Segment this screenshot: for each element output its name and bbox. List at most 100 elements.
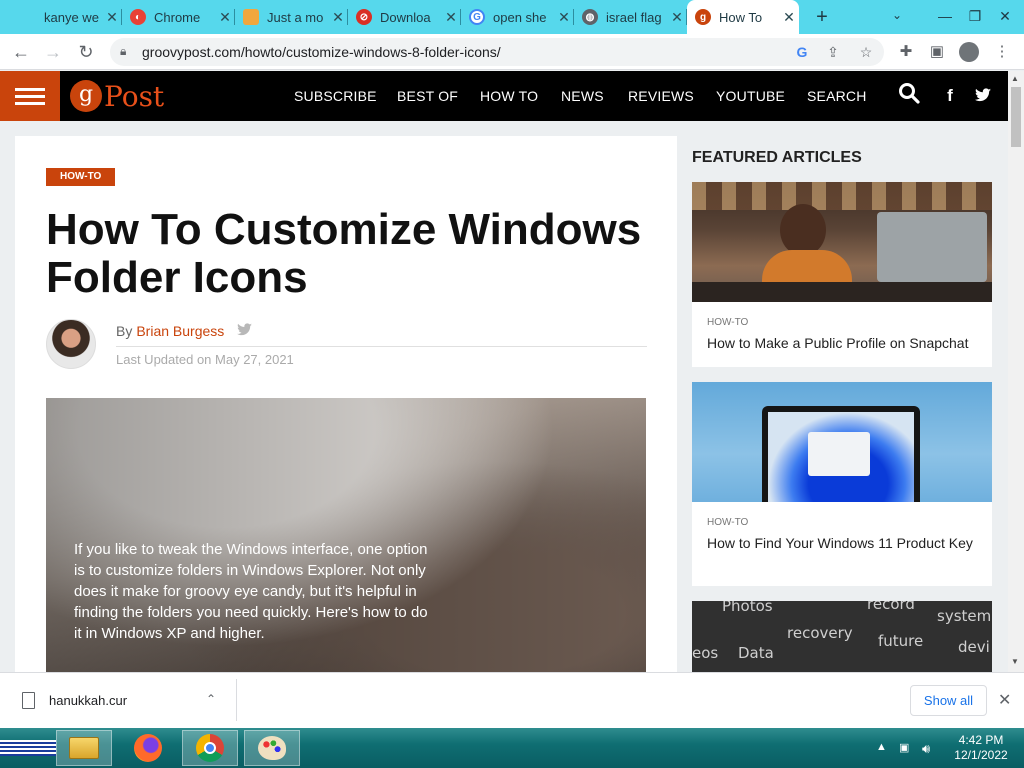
close-tab-icon[interactable]: ✕: [554, 9, 574, 26]
firefox-icon: [134, 734, 162, 762]
system-clock[interactable]: 4:42 PM 12/1/2022: [948, 733, 1014, 763]
show-hidden-icons-icon[interactable]: ▲: [876, 741, 887, 753]
tab-title: Chrome: [154, 9, 201, 25]
browser-tab[interactable]: ⊘ Downloa ✕: [348, 0, 461, 34]
show-all-button[interactable]: Show all: [910, 685, 987, 716]
chalk-word: devi: [958, 638, 990, 656]
site-logo[interactable]: g Post: [70, 77, 164, 115]
facebook-icon[interactable]: f: [943, 86, 957, 106]
globe-icon: ◍: [582, 9, 598, 25]
clock-time: 4:42 PM: [958, 733, 1004, 747]
nav-news[interactable]: NEWS: [561, 88, 604, 104]
scroll-up-icon[interactable]: ▲: [1011, 74, 1019, 83]
download-site-icon: ⊘: [356, 9, 372, 25]
volume-icon[interactable]: 🔊︎: [922, 741, 930, 757]
start-button-flag[interactable]: [0, 740, 56, 756]
paint-task[interactable]: [244, 730, 300, 766]
nav-best-of[interactable]: BEST OF: [397, 88, 458, 104]
browser-toolbar: ← → ↻ 🔒︎ groovypost.com/howto/customize-…: [0, 34, 1024, 70]
chalk-word: future: [878, 632, 924, 650]
browser-tab[interactable]: ◍ israel flag ✕: [574, 0, 687, 34]
google-translate-icon[interactable]: G: [792, 42, 812, 62]
featured-articles-heading: FEATURED ARTICLES: [692, 149, 862, 166]
nav-search[interactable]: SEARCH: [807, 88, 867, 104]
close-tab-icon[interactable]: ✕: [779, 9, 799, 26]
author-avatar[interactable]: [46, 319, 96, 369]
card-category[interactable]: HOW-TO: [707, 517, 748, 528]
featured-card[interactable]: Photos record system recovery future eos…: [692, 601, 992, 672]
close-icon[interactable]: ✕: [998, 690, 1011, 710]
last-updated: Last Updated on May 27, 2021: [116, 352, 294, 367]
card-category[interactable]: HOW-TO: [707, 317, 748, 328]
scroll-down-icon[interactable]: ▼: [1011, 657, 1019, 666]
profile-avatar-icon[interactable]: [959, 42, 979, 62]
nav-youtube[interactable]: YOUTUBE: [716, 88, 785, 104]
close-tab-icon[interactable]: ✕: [102, 9, 122, 26]
article-card: HOW-TO How To Customize Windows Folder I…: [15, 136, 677, 672]
author-link[interactable]: Brian Burgess: [136, 323, 224, 339]
browser-tab[interactable]: kanye we ✕: [12, 0, 122, 34]
author-twitter-icon[interactable]: [237, 323, 252, 339]
browser-tab-active[interactable]: g How To ✕: [687, 0, 799, 34]
browser-tab[interactable]: Just a mo ✕: [235, 0, 348, 34]
scrollbar-thumb[interactable]: [1011, 87, 1021, 147]
search-icon[interactable]: [896, 81, 922, 110]
extensions-puzzle-icon[interactable]: ✚: [896, 42, 916, 62]
chrome-task[interactable]: [182, 730, 238, 766]
download-filename[interactable]: hanukkah.cur: [49, 693, 127, 708]
browser-tab[interactable]: ◐ Chrome ✕: [122, 0, 235, 34]
minimize-icon[interactable]: —: [930, 2, 960, 30]
chevron-down-icon[interactable]: ⌄: [892, 8, 902, 22]
nav-how-to[interactable]: HOW TO: [480, 88, 538, 104]
page-scrollbar[interactable]: ▲ ▼: [1008, 71, 1024, 672]
card-title[interactable]: How to Make a Public Profile on Snapchat: [707, 334, 982, 352]
url-text[interactable]: groovypost.com/howto/customize-windows-8…: [142, 44, 501, 60]
browser-tab[interactable]: G open she ✕: [461, 0, 574, 34]
folder-icon: [69, 737, 99, 759]
cloudflare-icon: [243, 9, 259, 25]
category-badge[interactable]: HOW-TO: [46, 168, 116, 186]
card-title[interactable]: How to Find Your Windows 11 Product Key: [707, 534, 982, 552]
back-arrow-icon[interactable]: ←: [9, 40, 33, 64]
featured-card[interactable]: HOW-TO How to Find Your Windows 11 Produ…: [692, 382, 992, 586]
tab-title: How To: [719, 9, 763, 25]
reload-icon[interactable]: ↻: [74, 40, 98, 64]
side-panel-icon[interactable]: ▣: [927, 42, 947, 62]
hamburger-menu-icon[interactable]: [0, 71, 60, 121]
twitter-icon[interactable]: [974, 88, 992, 107]
hero-image: If you like to tweak the Windows interfa…: [46, 398, 646, 672]
chalk-word: recovery: [787, 624, 853, 642]
chrome-icon: [196, 734, 224, 762]
bookmark-star-icon[interactable]: ☆: [856, 42, 876, 62]
close-tab-icon[interactable]: ✕: [441, 9, 461, 26]
nav-reviews[interactable]: REVIEWS: [628, 88, 694, 104]
firefox-task[interactable]: [120, 730, 176, 766]
featured-image-chalkboard[interactable]: Photos record system recovery future eos…: [692, 601, 992, 672]
nav-subscribe[interactable]: SUBSCRIBE: [294, 88, 377, 104]
close-tab-icon[interactable]: ✕: [215, 9, 235, 26]
new-tab-button[interactable]: +: [812, 6, 832, 28]
forward-arrow-icon[interactable]: →: [41, 40, 65, 64]
tab-title: Downloa: [380, 9, 431, 25]
chalk-word: Data: [738, 644, 774, 662]
close-tab-icon[interactable]: ✕: [667, 9, 687, 26]
byline-prefix: By: [116, 323, 133, 339]
featured-image-barista[interactable]: [692, 182, 992, 302]
restore-icon[interactable]: ❐: [960, 2, 990, 30]
network-icon[interactable]: ▣: [899, 741, 909, 754]
close-tab-icon[interactable]: ✕: [328, 9, 348, 26]
byline-divider: [116, 346, 647, 347]
more-menu-icon[interactable]: ⋮: [992, 42, 1012, 62]
close-window-icon[interactable]: ✕: [990, 2, 1020, 30]
address-bar[interactable]: 🔒︎ groovypost.com/howto/customize-window…: [110, 38, 884, 66]
tab-title: kanye we: [44, 9, 99, 25]
featured-card[interactable]: HOW-TO How to Make a Public Profile on S…: [692, 182, 992, 367]
chevron-up-icon[interactable]: ⌃: [206, 692, 216, 706]
lock-icon[interactable]: 🔒︎: [120, 44, 126, 59]
chalk-word: Photos: [722, 601, 773, 615]
file-icon[interactable]: [22, 692, 35, 709]
file-explorer-task[interactable]: [56, 730, 112, 766]
share-icon[interactable]: ⇪: [823, 42, 843, 62]
featured-image-windows11[interactable]: [692, 382, 992, 502]
page-viewport: g Post SUBSCRIBE BEST OF HOW TO NEWS REV…: [0, 71, 1008, 672]
